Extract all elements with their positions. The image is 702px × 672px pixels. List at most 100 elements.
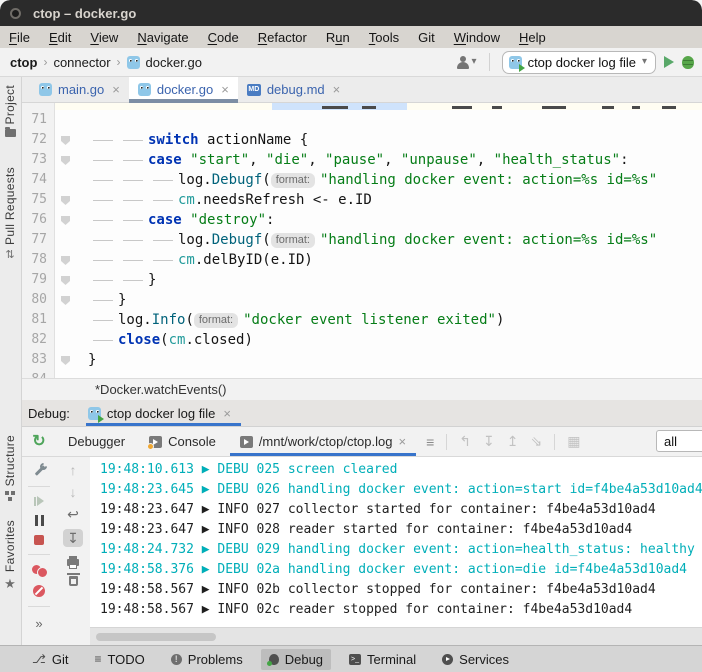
person-icon xyxy=(456,56,470,69)
close-icon[interactable]: × xyxy=(112,82,120,97)
fold-gutter[interactable] xyxy=(54,170,88,190)
editor-tab-debug.md[interactable]: MDdebug.md× xyxy=(238,77,349,102)
log-console[interactable]: 19:48:10.613 ▶ DEBU 025 screen cleared19… xyxy=(90,457,702,627)
breadcrumb-package[interactable]: connector xyxy=(53,55,110,70)
breadcrumb-project[interactable]: ctop xyxy=(10,55,37,70)
toolwindow-button-services[interactable]: Services xyxy=(434,649,517,670)
fold-gutter[interactable] xyxy=(54,150,88,170)
layout-grid-icon[interactable]: ▦ xyxy=(567,433,580,450)
code-line: 71 xyxy=(22,110,702,130)
line-number: 71 xyxy=(22,110,54,130)
sidebar-item-pull-requests[interactable]: Pull Requests ⇅ xyxy=(0,167,20,261)
prev-occurrence-icon[interactable]: ↰ xyxy=(459,433,471,450)
menu-file[interactable]: File xyxy=(9,30,30,45)
tab-log-file[interactable]: /mnt/work/ctop/ctop.log × xyxy=(228,427,418,456)
pull-requests-icon: ⇅ xyxy=(5,250,14,261)
rerun-button[interactable]: ↻ xyxy=(22,434,56,450)
line-number: 79 xyxy=(22,270,54,290)
line-number: 78 xyxy=(22,250,54,270)
menu-help[interactable]: Help xyxy=(519,30,546,45)
fold-gutter[interactable] xyxy=(54,310,88,330)
menu-edit[interactable]: Edit xyxy=(49,30,71,45)
toolwindow-button-terminal[interactable]: >_Terminal xyxy=(341,649,424,670)
soft-wrap-icon[interactable]: ↩ xyxy=(67,507,79,521)
settings-wrench-icon[interactable] xyxy=(33,464,46,477)
menu-tools[interactable]: Tools xyxy=(369,30,399,45)
log-filter-select[interactable]: all xyxy=(656,430,702,452)
toolwindow-button-debug[interactable]: Debug xyxy=(261,649,331,670)
fold-gutter[interactable] xyxy=(54,210,88,230)
horizontal-scrollbar[interactable] xyxy=(90,627,702,645)
close-icon[interactable]: × xyxy=(398,434,406,449)
divider xyxy=(446,434,447,450)
fold-gutter[interactable] xyxy=(54,130,88,150)
code-line: 79} xyxy=(22,270,702,290)
fold-marker-icon xyxy=(61,296,70,305)
pause-program-icon[interactable] xyxy=(35,515,44,526)
toolwindow-button-git[interactable]: ⎇Git xyxy=(24,649,76,670)
code-editor[interactable]: 7172switch actionName {73case "start", "… xyxy=(22,103,702,378)
move-down-icon[interactable]: ↧ xyxy=(483,433,495,450)
fold-gutter[interactable] xyxy=(54,370,88,378)
arrow-up-icon[interactable]: ↑ xyxy=(70,463,77,477)
code-line: 74log.Debugf(format:"handling docker eve… xyxy=(22,170,702,190)
print-icon[interactable] xyxy=(67,559,79,566)
options-menu-icon[interactable]: ≡ xyxy=(426,434,434,450)
resume-program-icon[interactable] xyxy=(34,496,44,506)
tab-console[interactable]: Console xyxy=(137,427,228,456)
sidebar-item-project[interactable]: Project xyxy=(0,85,20,137)
menu-window[interactable]: Window xyxy=(454,30,500,45)
line-number: 77 xyxy=(22,230,54,250)
menu-view[interactable]: View xyxy=(90,30,118,45)
editor-tab-main.go[interactable]: main.go× xyxy=(30,77,129,102)
view-breakpoints-icon[interactable] xyxy=(32,564,46,576)
run-to-cursor-icon[interactable]: ⇘ xyxy=(530,433,542,450)
run-button[interactable] xyxy=(664,56,674,68)
debug-session-tab[interactable]: ctop docker log file × xyxy=(86,400,241,426)
close-icon[interactable]: × xyxy=(221,82,229,97)
fold-gutter[interactable] xyxy=(54,270,88,290)
clear-console-icon[interactable] xyxy=(69,576,78,586)
menu-navigate[interactable]: Navigate xyxy=(137,30,188,45)
close-icon[interactable]: × xyxy=(333,82,341,97)
fold-gutter[interactable] xyxy=(54,230,88,250)
line-number: 76 xyxy=(22,210,54,230)
sidebar-item-favorites[interactable]: Favorites ★ xyxy=(0,520,20,590)
tab-debugger[interactable]: Debugger xyxy=(56,427,137,456)
code-line: 82close(cm.closed) xyxy=(22,330,702,350)
close-icon[interactable]: × xyxy=(223,406,231,421)
toolwindow-button-label: TODO xyxy=(107,652,144,667)
more-actions-icon[interactable]: » xyxy=(35,616,42,631)
menu-git[interactable]: Git xyxy=(418,30,435,45)
fold-gutter[interactable] xyxy=(54,330,88,350)
run-configuration-select[interactable]: ctop docker log file ▾ xyxy=(502,51,656,74)
fold-gutter[interactable] xyxy=(54,290,88,310)
window-title: ctop – docker.go xyxy=(33,6,136,21)
move-up-icon[interactable]: ↥ xyxy=(507,433,519,450)
menu-refactor[interactable]: Refactor xyxy=(258,30,307,45)
sidebar-item-structure[interactable]: Structure xyxy=(0,435,20,501)
stop-icon[interactable] xyxy=(34,535,44,545)
editor-tab-docker.go[interactable]: docker.go× xyxy=(129,77,238,102)
scrollbar-thumb[interactable] xyxy=(96,633,216,641)
breadcrumb-file[interactable]: docker.go xyxy=(146,55,202,70)
fold-gutter[interactable] xyxy=(54,110,88,130)
arrow-down-icon[interactable]: ↓ xyxy=(70,485,77,499)
scroll-to-end-icon[interactable]: ↧ xyxy=(63,529,83,547)
services-icon xyxy=(442,654,453,665)
menu-run[interactable]: Run xyxy=(326,30,350,45)
user-profile-button[interactable]: ▾ xyxy=(456,56,477,69)
run-config-gopher-icon xyxy=(88,407,101,420)
fold-gutter[interactable] xyxy=(54,190,88,210)
context-function[interactable]: *Docker.watchEvents() xyxy=(95,382,227,397)
parameter-hint: format: xyxy=(271,173,315,188)
fold-gutter[interactable] xyxy=(54,250,88,270)
menu-code[interactable]: Code xyxy=(208,30,239,45)
debug-bug-icon xyxy=(269,654,279,665)
debug-button[interactable] xyxy=(682,56,694,69)
toolwindow-button-todo[interactable]: ≡TODO xyxy=(86,649,152,670)
toolwindow-button-problems[interactable]: !Problems xyxy=(163,649,251,670)
mute-breakpoints-icon[interactable] xyxy=(33,585,45,597)
window-menu-icon[interactable] xyxy=(10,8,21,19)
fold-gutter[interactable] xyxy=(54,350,88,370)
